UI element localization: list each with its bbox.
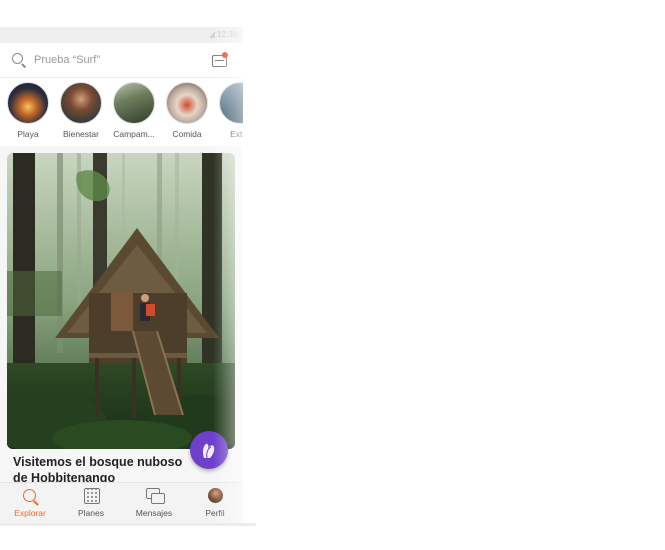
bottom-tab-bar: Explorar Planes Mensajes Perfil — [0, 482, 243, 523]
tab-label: Mensajes — [135, 508, 173, 518]
category-strip: Playa Bienestar Campam... Comida Extre — [0, 78, 243, 146]
tab-label: Explorar — [14, 508, 46, 518]
calendar-icon — [84, 488, 100, 504]
tab-mensajes[interactable]: Mensajes — [130, 487, 178, 518]
category-campamento[interactable]: Campam... — [110, 82, 158, 139]
tab-planes[interactable]: Planes — [67, 487, 115, 518]
category-image — [166, 82, 208, 124]
featured-card[interactable] — [7, 153, 235, 449]
treehouse-photo — [7, 153, 235, 449]
category-image — [7, 82, 49, 124]
category-label: Comida — [172, 129, 202, 139]
tab-label: Planes — [78, 508, 104, 518]
notification-dot — [222, 52, 228, 58]
category-playa[interactable]: Playa — [4, 82, 52, 139]
status-bar: 12:30 — [0, 27, 243, 43]
search-input[interactable] — [34, 52, 194, 68]
category-comida[interactable]: Comida — [163, 82, 211, 139]
category-image — [60, 82, 102, 124]
category-image — [219, 82, 243, 124]
category-label: Playa — [17, 129, 39, 139]
category-image — [113, 82, 155, 124]
search-icon — [23, 489, 36, 502]
signal-icon — [209, 31, 215, 38]
phone-screen: 12:30 Playa Bienestar Campam... Comida E… — [0, 27, 243, 523]
search-icon[interactable] — [12, 53, 23, 64]
category-bienestar[interactable]: Bienestar — [57, 82, 105, 139]
tab-explorar[interactable]: Explorar — [6, 487, 54, 518]
avatar — [208, 488, 223, 503]
tab-perfil[interactable]: Perfil — [191, 487, 239, 518]
category-label: Extre — [230, 129, 243, 139]
search-bar — [0, 43, 243, 78]
match-fab-button[interactable] — [190, 431, 228, 469]
hands-icon — [202, 443, 215, 459]
category-extremo[interactable]: Extre — [216, 82, 243, 139]
status-time: 12:30 — [216, 30, 237, 39]
tab-label: Perfil — [205, 508, 225, 518]
phone-bottom-edge — [0, 523, 256, 526]
category-label: Bienestar — [63, 129, 99, 139]
chat-icon — [151, 493, 165, 504]
category-label: Campam... — [113, 129, 155, 139]
